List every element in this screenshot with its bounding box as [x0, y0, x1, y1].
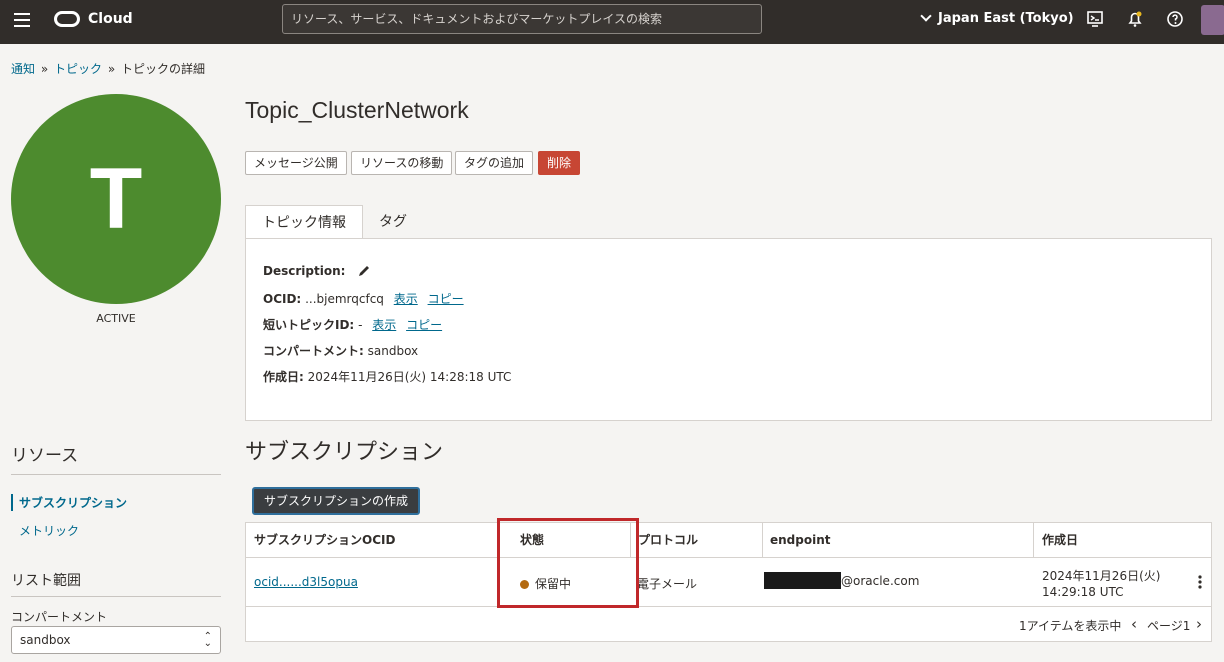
short-id-row: 短いトピックID: - 表示 コピー — [263, 316, 442, 333]
list-scope-heading: リスト範囲 — [11, 573, 81, 589]
resources-heading: リソース — [11, 446, 79, 466]
resource-icon-circle: T — [11, 94, 221, 304]
kebab-menu-icon[interactable] — [1197, 574, 1203, 590]
short-id-copy-link[interactable]: コピー — [406, 318, 442, 332]
ocid-copy-link[interactable]: コピー — [428, 292, 464, 306]
resource-initial: T — [89, 150, 143, 247]
column-header-endpoint[interactable]: endpoint — [762, 523, 831, 558]
breadcrumb-notifications[interactable]: 通知 — [11, 62, 35, 76]
redacted-block — [764, 572, 841, 589]
region-label: Japan East (Tokyo) — [938, 11, 1074, 26]
page-label: ページ1 — [1147, 619, 1191, 633]
column-header-created[interactable]: 作成日 — [1034, 523, 1078, 558]
compartment-row: コンパートメント: sandbox — [263, 342, 418, 359]
created-value: 2024年11月26日(火) 14:28:18 UTC — [307, 370, 512, 384]
compartment-value: sandbox — [20, 633, 71, 647]
top-bar: Cloud リソース、サービス、ドキュメントおよびマーケットプレイスの検索 Ja… — [0, 0, 1224, 44]
sidebar-item-subscriptions[interactable]: サブスクリプション — [11, 494, 127, 511]
subscription-ocid-link[interactable]: ocid......d3l5opua — [254, 575, 358, 589]
breadcrumb-separator: » — [107, 62, 116, 76]
user-avatar[interactable] — [1201, 5, 1224, 35]
tab-bar: トピック情報 タグ — [245, 205, 423, 239]
description-row: Description: — [263, 264, 371, 278]
ocid-value: ...bjemrqcfcq — [305, 292, 384, 306]
table-header: サブスクリプションOCID 状態 プロトコル endpoint 作成日 — [246, 523, 1211, 558]
subscription-protocol: 電子メール — [637, 577, 698, 591]
created-label: 作成日: — [263, 370, 304, 384]
subscriptions-table: サブスクリプションOCID 状態 プロトコル endpoint 作成日 ocid… — [245, 522, 1212, 642]
created-row: 作成日: 2024年11月26日(火) 14:28:18 UTC — [263, 368, 511, 385]
add-tag-button[interactable]: タグの追加 — [455, 151, 534, 175]
created-time: 14:29:18 UTC — [1042, 585, 1124, 599]
create-subscription-button[interactable]: サブスクリプションの作成 — [252, 487, 421, 515]
item-count: 1アイテムを表示中 — [1019, 619, 1122, 633]
compartment-info-label: コンパートメント: — [263, 344, 364, 358]
column-header-protocol[interactable]: プロトコル — [630, 523, 698, 558]
ocid-show-link[interactable]: 表示 — [394, 292, 418, 306]
delete-button[interactable]: 削除 — [538, 151, 581, 175]
subscriptions-heading: サブスクリプション — [245, 440, 444, 465]
publish-message-button[interactable]: メッセージ公開 — [245, 151, 347, 175]
tab-tags[interactable]: タグ — [363, 205, 423, 239]
brand-name[interactable]: Cloud — [88, 11, 133, 27]
breadcrumb-current: トピックの詳細 — [121, 62, 206, 76]
pencil-icon[interactable] — [357, 264, 371, 278]
compartment-info-value: sandbox — [367, 344, 419, 358]
highlight-box — [497, 518, 639, 608]
subscription-endpoint: @oracle.com — [764, 572, 919, 589]
oracle-logo[interactable] — [54, 11, 80, 27]
created-date: 2024年11月26日(火) — [1042, 569, 1161, 583]
help-icon[interactable] — [1166, 10, 1184, 28]
endpoint-suffix: @oracle.com — [841, 574, 920, 588]
subscription-created: 2024年11月26日(火) 14:29:18 UTC — [1042, 568, 1160, 600]
ocid-row: OCID: ...bjemrqcfcq 表示 コピー — [263, 290, 464, 307]
divider — [11, 596, 221, 597]
short-id-show-link[interactable]: 表示 — [372, 318, 396, 332]
column-header-ocid[interactable]: サブスクリプションOCID — [246, 523, 395, 558]
table-footer: 1アイテムを表示中 ‹ ページ1 › — [246, 606, 1211, 642]
description-label: Description: — [263, 264, 346, 278]
tab-topic-info[interactable]: トピック情報 — [245, 205, 363, 239]
menu-icon[interactable] — [14, 13, 30, 27]
short-id-label: 短いトピックID: — [263, 318, 355, 332]
breadcrumb-topics[interactable]: トピック — [54, 62, 102, 76]
short-id-value: - — [358, 318, 363, 332]
move-resource-button[interactable]: リソースの移動 — [351, 151, 453, 175]
page-title: Topic_ClusterNetwork — [245, 97, 469, 123]
breadcrumb-separator: » — [40, 62, 49, 76]
compartment-select[interactable]: sandbox ⌃ ⌄ — [11, 626, 221, 654]
chevron-right-icon[interactable]: › — [1196, 615, 1202, 633]
resource-state: ACTIVE — [96, 312, 136, 325]
bell-icon[interactable] — [1126, 10, 1144, 28]
ocid-label: OCID: — [263, 292, 302, 306]
region-selector[interactable]: Japan East (Tokyo) — [920, 10, 1074, 26]
search-input[interactable]: リソース、サービス、ドキュメントおよびマーケットプレイスの検索 — [282, 4, 762, 34]
chevron-down-icon — [920, 10, 932, 22]
compartment-label: コンパートメント — [11, 610, 108, 624]
sidebar-item-metrics[interactable]: メトリック — [11, 522, 79, 539]
chevron-left-icon[interactable]: ‹ — [1131, 615, 1137, 633]
topic-info-panel: Description: OCID: ...bjemrqcfcq 表示 コピー … — [245, 238, 1212, 421]
chevron-updown-icon: ⌃ ⌄ — [203, 631, 212, 649]
divider — [11, 474, 221, 475]
breadcrumb: 通知 » トピック » トピックの詳細 — [11, 60, 205, 77]
cloud-shell-icon[interactable] — [1086, 10, 1104, 28]
